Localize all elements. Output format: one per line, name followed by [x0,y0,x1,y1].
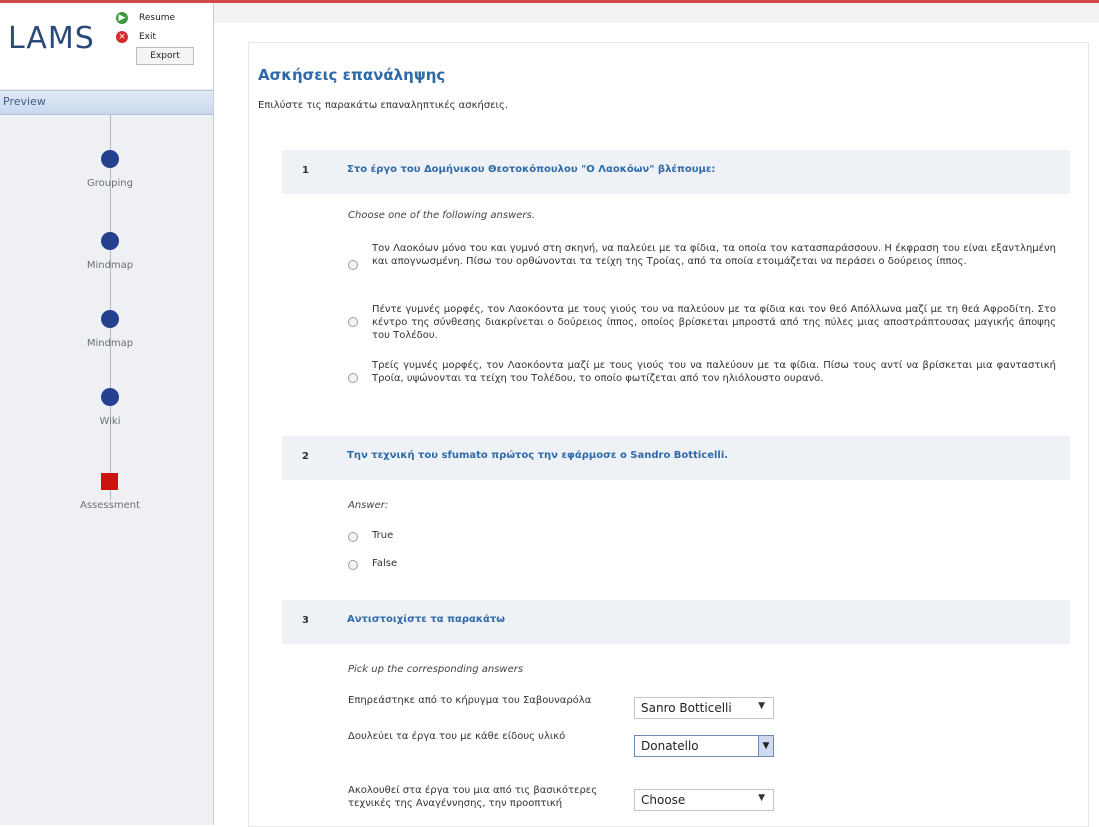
sequence-label: Assessment [80,500,140,511]
sequence-label: Mindmap [86,260,134,271]
preview-header: Preview [0,90,213,115]
q1-option-2-radio[interactable] [348,317,358,327]
q1-option-1-radio[interactable] [348,260,358,270]
question-2-header: 2 Την τεχνική του sfumato πρώτος την εφά… [282,436,1070,480]
question-1-header: 1 Στο έργο του Δομήνικου Θεοτοκόπουλου "… [282,150,1070,194]
q2-true-radio[interactable] [348,532,358,542]
sequence-node-wiki[interactable] [101,388,119,406]
match-row-1-select[interactable]: Sanro Botticelli ▼ [634,697,774,719]
chevron-down-icon: ▼ [758,793,765,803]
match-row-1-label: Επηρεάστηκε από το κήρυγμα του Σαβουναρό… [348,695,592,706]
page-title: Ασκήσεις επανάληψης [258,66,446,84]
exit-button[interactable]: × Exit [112,28,206,46]
question-text: Στο έργο του Δομήνικου Θεοτοκόπουλου "Ο … [347,164,716,175]
question-2-instruction: Answer: [348,500,389,511]
sequence-node-mindmap-2[interactable] [101,310,119,328]
chevron-down-icon: ▼ [758,701,765,711]
q2-true-label: True [372,530,394,541]
q1-option-3-text: Τρείς γυμνές μορφές, τον Λαοκόοντα μαζί … [372,360,1056,384]
export-button[interactable]: Export [136,47,194,65]
match-row-2-select[interactable]: Donatello ▼ [634,735,774,757]
q1-option-2-text: Πέντε γυμνές μορφές, τον Λαοκόοντα με το… [372,304,1056,341]
match-row-3-label: Ακολουθεί στα έργα του μια από τις βασικ… [348,785,598,809]
sidebar [0,3,214,825]
sequence-label: Mindmap [86,338,134,349]
question-text: Την τεχνική του sfumato πρώτος την εφάρμ… [347,450,729,461]
match-row-2-label: Δουλεύει τα έργα του με κάθε είδους υλικ… [348,731,566,742]
q2-false-radio[interactable] [348,560,358,570]
q1-option-3-radio[interactable] [348,373,358,383]
chevron-down-icon: ▼ [758,735,774,757]
logo-area: LAMS ▶ Resume × Exit Export [0,3,213,89]
lams-logo: LAMS [8,21,95,56]
question-3-header: 3 Αντιστοιχίστε τα παρακάτω [282,600,1070,644]
sequence-node-grouping[interactable] [101,150,119,168]
sequence-node-assessment[interactable] [101,473,118,490]
question-1-instruction: Choose one of the following answers. [348,210,535,221]
sequence-line [110,114,111,500]
resume-button[interactable]: ▶ Resume [112,9,206,27]
sequence-label: Wiki [99,416,121,427]
question-number: 2 [302,451,309,462]
exit-icon: × [116,31,128,43]
question-number: 1 [302,165,309,176]
match-row-3-select[interactable]: Choose ▼ [634,789,774,811]
sequence-label: Grouping [87,178,133,189]
resume-icon: ▶ [116,12,128,24]
main-header-bar [214,3,1099,23]
question-text: Αντιστοιχίστε τα παρακάτω [347,614,505,625]
question-3-instruction: Pick up the corresponding answers [348,664,524,675]
sequence-node-mindmap-1[interactable] [101,232,119,250]
question-number: 3 [302,615,309,626]
page-subtitle: Επιλύστε τις παρακάτω επαναληπτικές ασκή… [258,100,508,111]
q2-false-label: False [372,558,398,569]
q1-option-1-text: Τον Λαοκόων μόνο του και γυμνό στη σκηνή… [372,243,1056,267]
